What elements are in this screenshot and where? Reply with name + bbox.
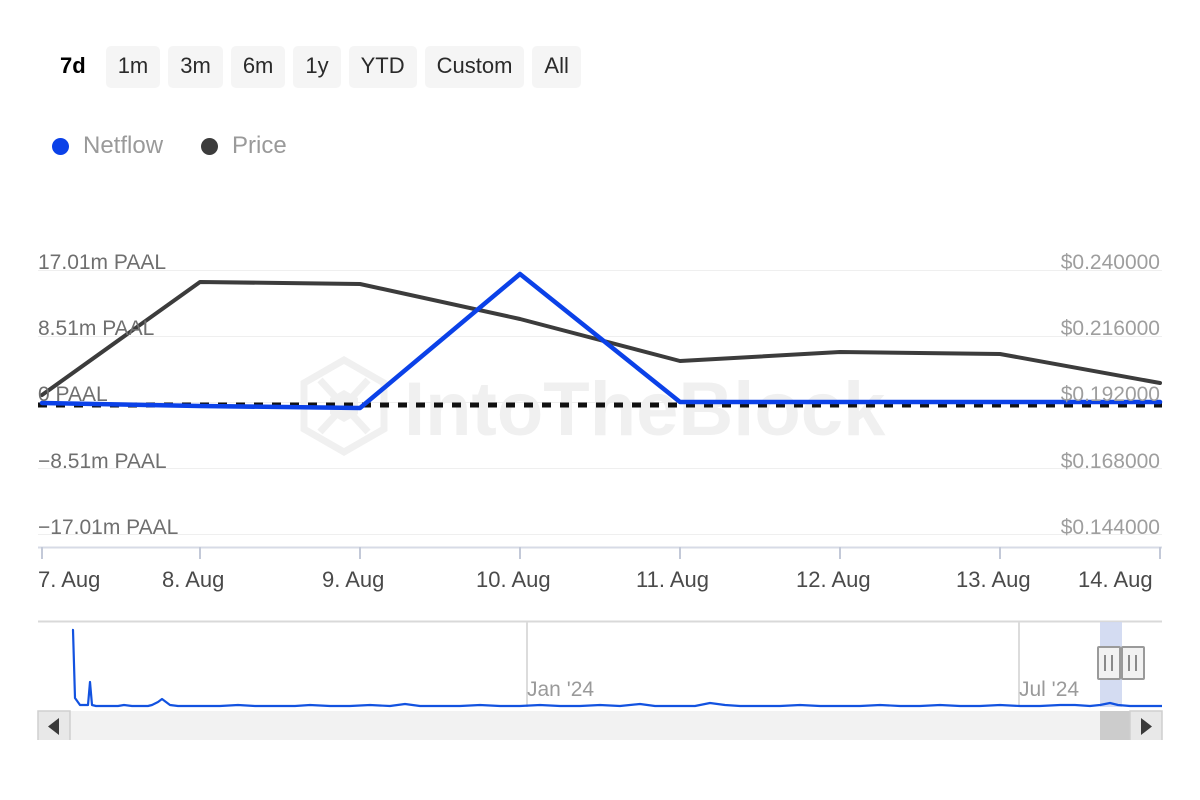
legend-item-price[interactable]: Price xyxy=(201,134,287,158)
right-axis-tick-1: $0.216000 xyxy=(1061,317,1160,340)
x-axis-label-5: 12. Aug xyxy=(796,567,871,592)
range-button-ytd[interactable]: YTD xyxy=(349,46,417,88)
right-axis-tick-4: $0.144000 xyxy=(1061,516,1160,539)
range-button-1y[interactable]: 1y xyxy=(293,46,340,88)
navigator-series-line xyxy=(72,630,1162,706)
left-axis-tick-0: 17.01m PAAL xyxy=(38,251,166,274)
navigator-svg[interactable]: Jan '24 Jul '24 xyxy=(0,610,1200,740)
left-axis-tick-3: −8.51m PAAL xyxy=(38,450,167,473)
chart-page: 7d 1m 3m 6m 1y YTD Custom All Netflow Pr… xyxy=(0,0,1200,800)
x-axis-ticks xyxy=(42,547,1160,559)
legend-label-price: Price xyxy=(232,134,287,158)
legend-label-netflow: Netflow xyxy=(83,134,163,158)
range-button-7d[interactable]: 7d xyxy=(48,46,98,88)
legend-dot-price-icon xyxy=(201,138,218,155)
x-axis-label-2: 9. Aug xyxy=(322,567,384,592)
x-axis-label-1: 8. Aug xyxy=(162,567,224,592)
right-axis-tick-3: $0.168000 xyxy=(1061,450,1160,473)
x-axis-label-0: 7. Aug xyxy=(38,567,100,592)
navigator-handle-right[interactable] xyxy=(1122,647,1144,679)
navigator-handle-left[interactable] xyxy=(1098,647,1120,679)
navigator-label-jul24: Jul '24 xyxy=(1019,678,1079,701)
x-axis-label-7: 14. Aug xyxy=(1078,567,1153,592)
navigator-label-jan24: Jan '24 xyxy=(527,678,594,701)
legend-dot-netflow-icon xyxy=(52,138,69,155)
watermark-label: IntoTheBlock xyxy=(404,367,886,452)
scrollbar-right-arrow-button[interactable] xyxy=(1130,711,1162,740)
range-button-3m[interactable]: 3m xyxy=(168,46,223,88)
range-button-all[interactable]: All xyxy=(532,46,580,88)
main-chart-svg[interactable]: IntoTheBlock 17.01m PAAL 8.51m PAAL 0 PA… xyxy=(0,230,1200,560)
right-axis-tick-2: $0.192000 xyxy=(1061,383,1160,406)
chart-navigator[interactable]: Jan '24 Jul '24 xyxy=(0,610,1200,740)
navigator-gridlines xyxy=(527,622,1019,707)
range-button-6m[interactable]: 6m xyxy=(231,46,286,88)
left-axis-labels: 17.01m PAAL 8.51m PAAL 0 PAAL −8.51m PAA… xyxy=(38,251,178,539)
scrollbar-track[interactable] xyxy=(38,711,1162,740)
main-chart-plot[interactable]: IntoTheBlock 17.01m PAAL 8.51m PAAL 0 PA… xyxy=(0,230,1200,560)
legend-item-netflow[interactable]: Netflow xyxy=(52,134,163,158)
right-axis-tick-0: $0.240000 xyxy=(1061,251,1160,274)
scrollbar-left-arrow-button[interactable] xyxy=(38,711,70,740)
right-axis-labels: $0.240000 $0.216000 $0.192000 $0.168000 … xyxy=(1061,251,1160,539)
x-axis-label-3: 10. Aug xyxy=(476,567,551,592)
x-axis-labels-svg: 7. Aug 8. Aug 9. Aug 10. Aug 11. Aug 12.… xyxy=(0,559,1200,604)
x-axis-label-4: 11. Aug xyxy=(636,567,709,592)
chart-legend: Netflow Price xyxy=(52,134,287,158)
range-button-custom[interactable]: Custom xyxy=(425,46,525,88)
left-axis-tick-2: 0 PAAL xyxy=(38,383,108,406)
left-axis-tick-4: −17.01m PAAL xyxy=(38,516,178,539)
range-selector: 7d 1m 3m 6m 1y YTD Custom All xyxy=(48,46,581,88)
x-axis-label-6: 13. Aug xyxy=(956,567,1031,592)
left-axis-tick-1: 8.51m PAAL xyxy=(38,317,154,340)
range-button-1m[interactable]: 1m xyxy=(106,46,161,88)
